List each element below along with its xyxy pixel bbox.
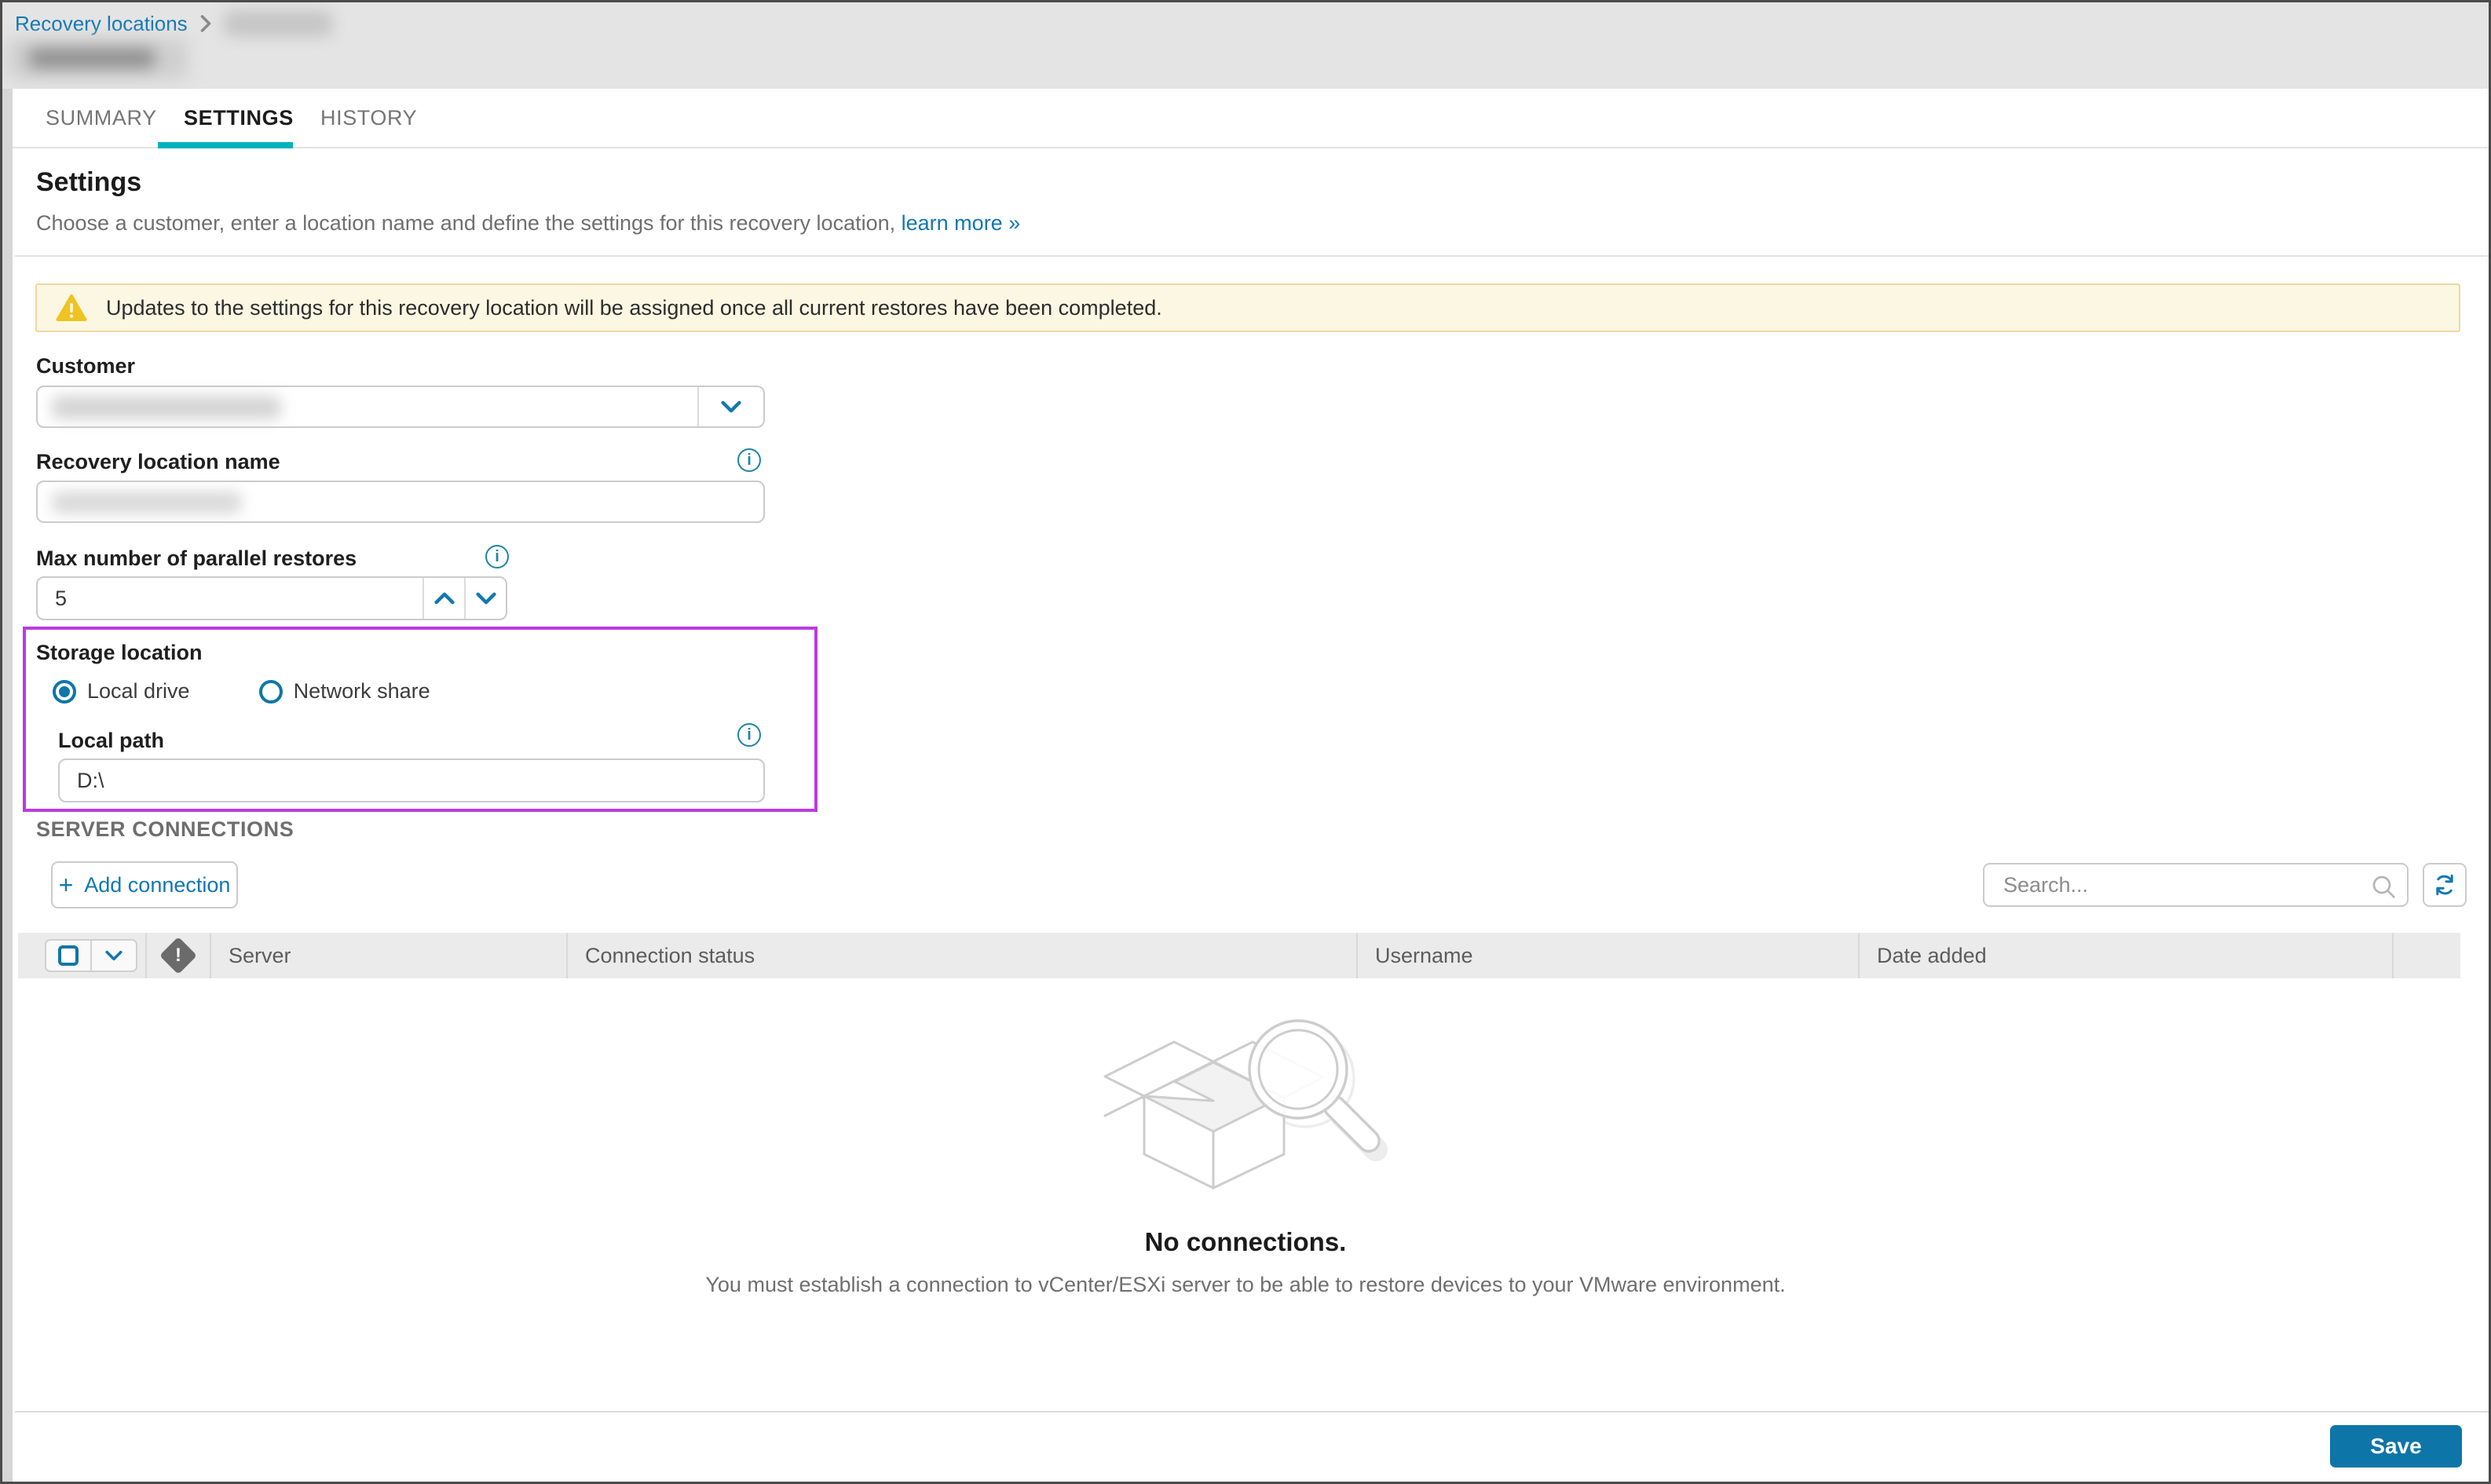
column-label-server: Server	[211, 944, 291, 968]
server-connections-heading: SERVER CONNECTIONS	[36, 817, 294, 842]
radio-local-drive-label[interactable]: Local drive	[87, 679, 190, 704]
max-parallel-restores-stepper	[36, 576, 507, 620]
table-header-connection-status[interactable]: Connection status	[568, 933, 1358, 978]
page-title-redacted	[7, 38, 188, 79]
column-label-username: Username	[1358, 944, 1473, 968]
warning-triangle-icon	[56, 294, 87, 322]
empty-state-message: You must establish a connection to vCent…	[2, 1273, 2489, 1297]
breadcrumb-chevron-icon	[199, 14, 213, 33]
intro-divider	[15, 255, 2489, 257]
active-tab-underline	[158, 142, 293, 148]
breadcrumb-redacted-segment	[224, 10, 332, 37]
refresh-icon	[2432, 872, 2457, 897]
search-icon	[2371, 874, 2396, 903]
recovery-location-name-info-icon[interactable]: i	[737, 448, 761, 472]
max-parallel-restores-info-icon[interactable]: i	[485, 545, 509, 568]
bulk-select-group	[45, 939, 137, 972]
connections-table-header: ! Server Connection status Username Date…	[18, 933, 2460, 978]
tab-history[interactable]: HISTORY	[320, 89, 417, 147]
local-path-label: Local path	[58, 729, 164, 753]
breadcrumb: Recovery locations	[15, 10, 332, 37]
chevron-down-icon	[476, 592, 496, 605]
warning-banner-text: Updates to the settings for this recover…	[106, 296, 1162, 320]
table-header-date-added[interactable]: Date added	[1860, 933, 2394, 978]
stepper-down-button[interactable]	[464, 578, 506, 619]
radio-local-drive[interactable]	[53, 680, 76, 704]
stepper-up-button[interactable]	[422, 578, 464, 619]
recovery-location-name-input[interactable]	[36, 481, 765, 523]
learn-more-link[interactable]: learn more »	[902, 211, 1021, 235]
radio-network-share-label[interactable]: Network share	[294, 679, 430, 704]
table-header-server[interactable]: Server	[211, 933, 568, 978]
page-title: Settings	[36, 167, 141, 198]
add-connection-label: Add connection	[84, 873, 230, 897]
radio-network-share[interactable]	[259, 680, 283, 704]
warning-banner: Updates to the settings for this recover…	[35, 283, 2460, 332]
add-connection-button[interactable]: + Add connection	[51, 861, 238, 908]
column-label-connection-status: Connection status	[568, 944, 755, 968]
bulk-select-menu-button[interactable]	[92, 941, 136, 970]
customer-value-redacted	[52, 396, 281, 419]
chevron-down-icon[interactable]	[697, 387, 763, 426]
breadcrumb-recovery-locations-link[interactable]: Recovery locations	[15, 12, 188, 36]
local-path-field	[58, 758, 765, 802]
table-header-username[interactable]: Username	[1358, 933, 1860, 978]
plus-icon: +	[59, 872, 74, 897]
search-input[interactable]	[1984, 864, 2361, 905]
table-header-actions-cell	[2394, 933, 2460, 978]
max-parallel-restores-label: Max number of parallel restores	[36, 546, 357, 571]
empty-box-illustration	[1096, 1019, 1402, 1208]
search-box	[1983, 863, 2409, 907]
customer-select[interactable]	[36, 386, 765, 428]
empty-state-title: No connections.	[2, 1227, 2489, 1257]
checkbox-icon	[58, 945, 79, 966]
page-header: Recovery locations	[2, 2, 2489, 89]
recovery-location-settings-page: Recovery locations SUMMARY SETTINGS HIST…	[0, 0, 2491, 1484]
save-button[interactable]: Save	[2330, 1425, 2462, 1468]
column-label-date-added: Date added	[1860, 944, 1987, 968]
tabs-bar: SUMMARY SETTINGS HISTORY	[2, 89, 2489, 148]
refresh-button[interactable]	[2423, 863, 2467, 907]
local-path-info-icon[interactable]: i	[737, 723, 761, 747]
max-parallel-restores-input[interactable]	[38, 578, 422, 619]
recovery-location-name-label: Recovery location name	[36, 450, 280, 474]
page-description: Choose a customer, enter a location name…	[36, 211, 1020, 236]
recovery-location-name-redacted	[52, 492, 242, 514]
alert-diamond-icon: !	[159, 937, 197, 974]
local-path-input[interactable]	[60, 760, 763, 801]
select-all-checkbox[interactable]	[46, 941, 92, 970]
customer-label: Customer	[36, 354, 135, 378]
tab-settings[interactable]: SETTINGS	[184, 89, 294, 147]
storage-location-label: Storage location	[36, 641, 203, 665]
chevron-down-icon	[105, 950, 123, 961]
tab-summary[interactable]: SUMMARY	[46, 89, 157, 147]
storage-location-radio-group: Local drive Network share	[53, 679, 430, 704]
table-header-status-cell: !	[147, 933, 211, 978]
chevron-up-icon	[434, 592, 455, 605]
table-header-select-cell	[18, 933, 147, 978]
footer-divider	[15, 1411, 2489, 1413]
page-description-text: Choose a customer, enter a location name…	[36, 211, 895, 235]
